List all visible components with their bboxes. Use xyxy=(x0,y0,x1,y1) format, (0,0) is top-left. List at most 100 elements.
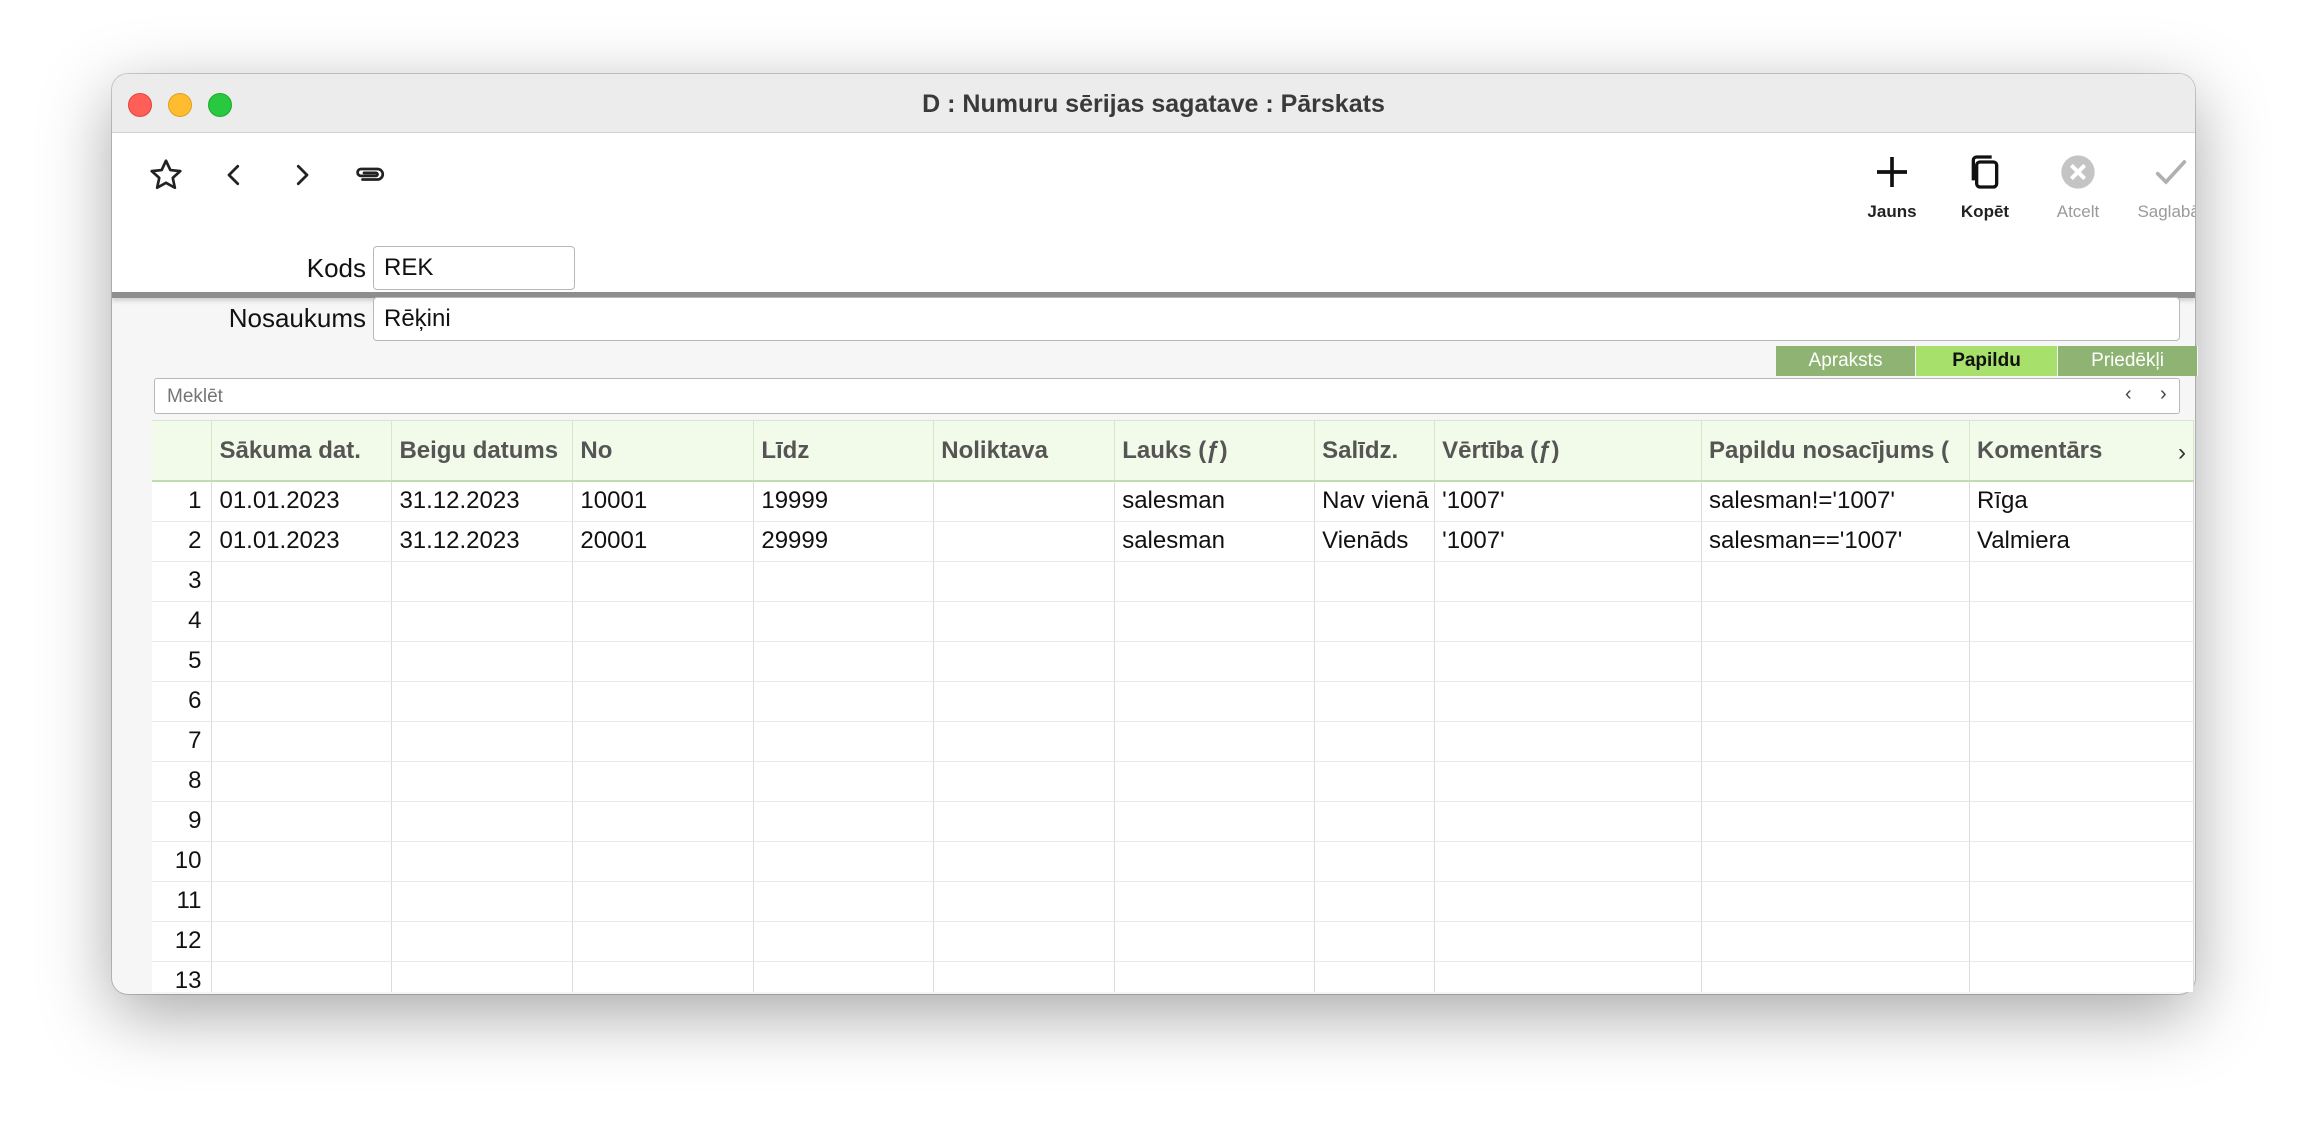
header-to[interactable]: Līdz xyxy=(753,421,935,482)
table-cell[interactable] xyxy=(1701,801,1970,842)
table-cell[interactable] xyxy=(1314,601,1436,642)
table-cell[interactable] xyxy=(1114,681,1316,722)
table-cell[interactable] xyxy=(211,921,393,962)
table-cell[interactable] xyxy=(933,801,1116,842)
table-cell[interactable] xyxy=(211,881,393,922)
table-cell[interactable] xyxy=(211,601,393,642)
table-cell[interactable] xyxy=(1701,841,1970,882)
table-cell[interactable] xyxy=(933,721,1116,762)
copy-button[interactable]: Kopēt xyxy=(1943,152,2027,262)
table-cell[interactable] xyxy=(1114,561,1316,602)
table-cell[interactable] xyxy=(1969,721,2194,762)
table-cell[interactable] xyxy=(753,841,935,882)
header-extra-condition[interactable]: Papildu nosacījums ( xyxy=(1701,421,1970,482)
table-cell[interactable]: Vienāds xyxy=(1314,521,1436,562)
table-cell[interactable] xyxy=(1701,561,1970,602)
table-row[interactable]: 4 xyxy=(152,601,2194,642)
table-row[interactable]: 3 xyxy=(152,561,2194,602)
table-cell[interactable] xyxy=(933,881,1116,922)
header-warehouse[interactable]: Noliktava xyxy=(933,421,1116,482)
table-row[interactable]: 9 xyxy=(152,801,2194,842)
table-row[interactable]: 1 01.01.2023 31.12.2023 10001 19999 salesman N… xyxy=(152,481,2194,522)
table-cell[interactable]: 20001 xyxy=(572,521,755,562)
table-cell[interactable] xyxy=(753,801,935,842)
table-cell[interactable] xyxy=(1969,801,2194,842)
table-cell[interactable] xyxy=(572,561,755,602)
tab-apraksts[interactable]: Apraksts xyxy=(1776,346,1916,376)
table-cell[interactable] xyxy=(211,681,393,722)
table-cell[interactable] xyxy=(753,561,935,602)
table-cell[interactable] xyxy=(391,921,574,962)
table-cell[interactable] xyxy=(933,961,1116,992)
table-cell[interactable]: Nav vienā xyxy=(1314,481,1436,522)
table-cell[interactable]: 19999 xyxy=(753,481,935,522)
table-cell[interactable] xyxy=(572,601,755,642)
tab-priedekli[interactable]: Priedēkļi xyxy=(2058,346,2198,376)
table-cell[interactable] xyxy=(211,761,393,802)
table-cell[interactable] xyxy=(1434,561,1702,602)
table-cell[interactable]: salesman xyxy=(1114,481,1316,522)
table-cell[interactable] xyxy=(391,641,574,682)
table-cell[interactable] xyxy=(933,921,1116,962)
table-cell[interactable] xyxy=(933,841,1116,882)
search-input[interactable] xyxy=(155,379,2055,415)
table-cell[interactable] xyxy=(391,681,574,722)
table-cell[interactable] xyxy=(572,841,755,882)
chevron-left-icon[interactable] xyxy=(214,155,254,195)
table-cell[interactable] xyxy=(1969,561,2194,602)
table-row[interactable]: 5 xyxy=(152,641,2194,682)
table-row[interactable]: 12 xyxy=(152,921,2194,962)
table-cell[interactable] xyxy=(933,481,1116,522)
table-cell[interactable] xyxy=(391,801,574,842)
table-cell[interactable] xyxy=(391,601,574,642)
code-field[interactable] xyxy=(373,246,575,290)
table-row[interactable]: 11 xyxy=(152,881,2194,922)
table-cell[interactable] xyxy=(572,961,755,992)
table-cell[interactable]: 31.12.2023 xyxy=(391,521,574,562)
table-cell[interactable] xyxy=(1434,601,1702,642)
cancel-button[interactable]: Atcelt xyxy=(2036,152,2120,262)
table-cell[interactable] xyxy=(753,721,935,762)
table-cell[interactable] xyxy=(1434,961,1702,992)
table-cell[interactable] xyxy=(933,521,1116,562)
table-cell[interactable] xyxy=(1969,881,2194,922)
table-cell[interactable] xyxy=(391,841,574,882)
table-cell[interactable] xyxy=(1434,801,1702,842)
table-cell[interactable] xyxy=(211,721,393,762)
table-row[interactable]: 6 xyxy=(152,681,2194,722)
table-cell[interactable] xyxy=(1114,881,1316,922)
name-field[interactable] xyxy=(373,297,2180,341)
search-prev-icon[interactable]: ‹ xyxy=(2125,383,2132,406)
save-button[interactable]: Saglabāt xyxy=(2129,152,2195,262)
table-cell[interactable] xyxy=(572,921,755,962)
table-cell[interactable] xyxy=(391,881,574,922)
table-cell[interactable] xyxy=(1434,721,1702,762)
table-cell[interactable] xyxy=(1969,961,2194,992)
table-cell[interactable]: salesman xyxy=(1114,521,1316,562)
table-cell[interactable] xyxy=(572,641,755,682)
table-cell[interactable] xyxy=(1114,601,1316,642)
table-cell[interactable]: Valmiera xyxy=(1969,521,2194,562)
search-next-icon[interactable]: › xyxy=(2160,383,2167,406)
table-cell[interactable] xyxy=(1701,601,1970,642)
table-cell[interactable] xyxy=(1434,761,1702,802)
table-cell[interactable] xyxy=(1314,841,1436,882)
table-cell[interactable] xyxy=(1701,961,1970,992)
table-cell[interactable] xyxy=(1314,761,1436,802)
table-cell[interactable] xyxy=(211,641,393,682)
table-cell[interactable] xyxy=(1701,881,1970,922)
table-cell[interactable] xyxy=(1701,921,1970,962)
table-cell[interactable] xyxy=(753,881,935,922)
header-end-date[interactable]: Beigu datums xyxy=(391,421,574,482)
table-cell[interactable]: 31.12.2023 xyxy=(391,481,574,522)
table-cell[interactable] xyxy=(1114,641,1316,682)
table-cell[interactable] xyxy=(933,681,1116,722)
table-cell[interactable] xyxy=(753,761,935,802)
table-cell[interactable] xyxy=(1314,641,1436,682)
table-cell[interactable] xyxy=(391,561,574,602)
table-cell[interactable] xyxy=(933,641,1116,682)
header-field[interactable]: Lauks (ƒ) xyxy=(1114,421,1316,482)
table-cell[interactable] xyxy=(572,681,755,722)
table-cell[interactable] xyxy=(1314,881,1436,922)
table-row[interactable]: 2 01.01.2023 31.12.2023 20001 29999 salesman V… xyxy=(152,521,2194,562)
